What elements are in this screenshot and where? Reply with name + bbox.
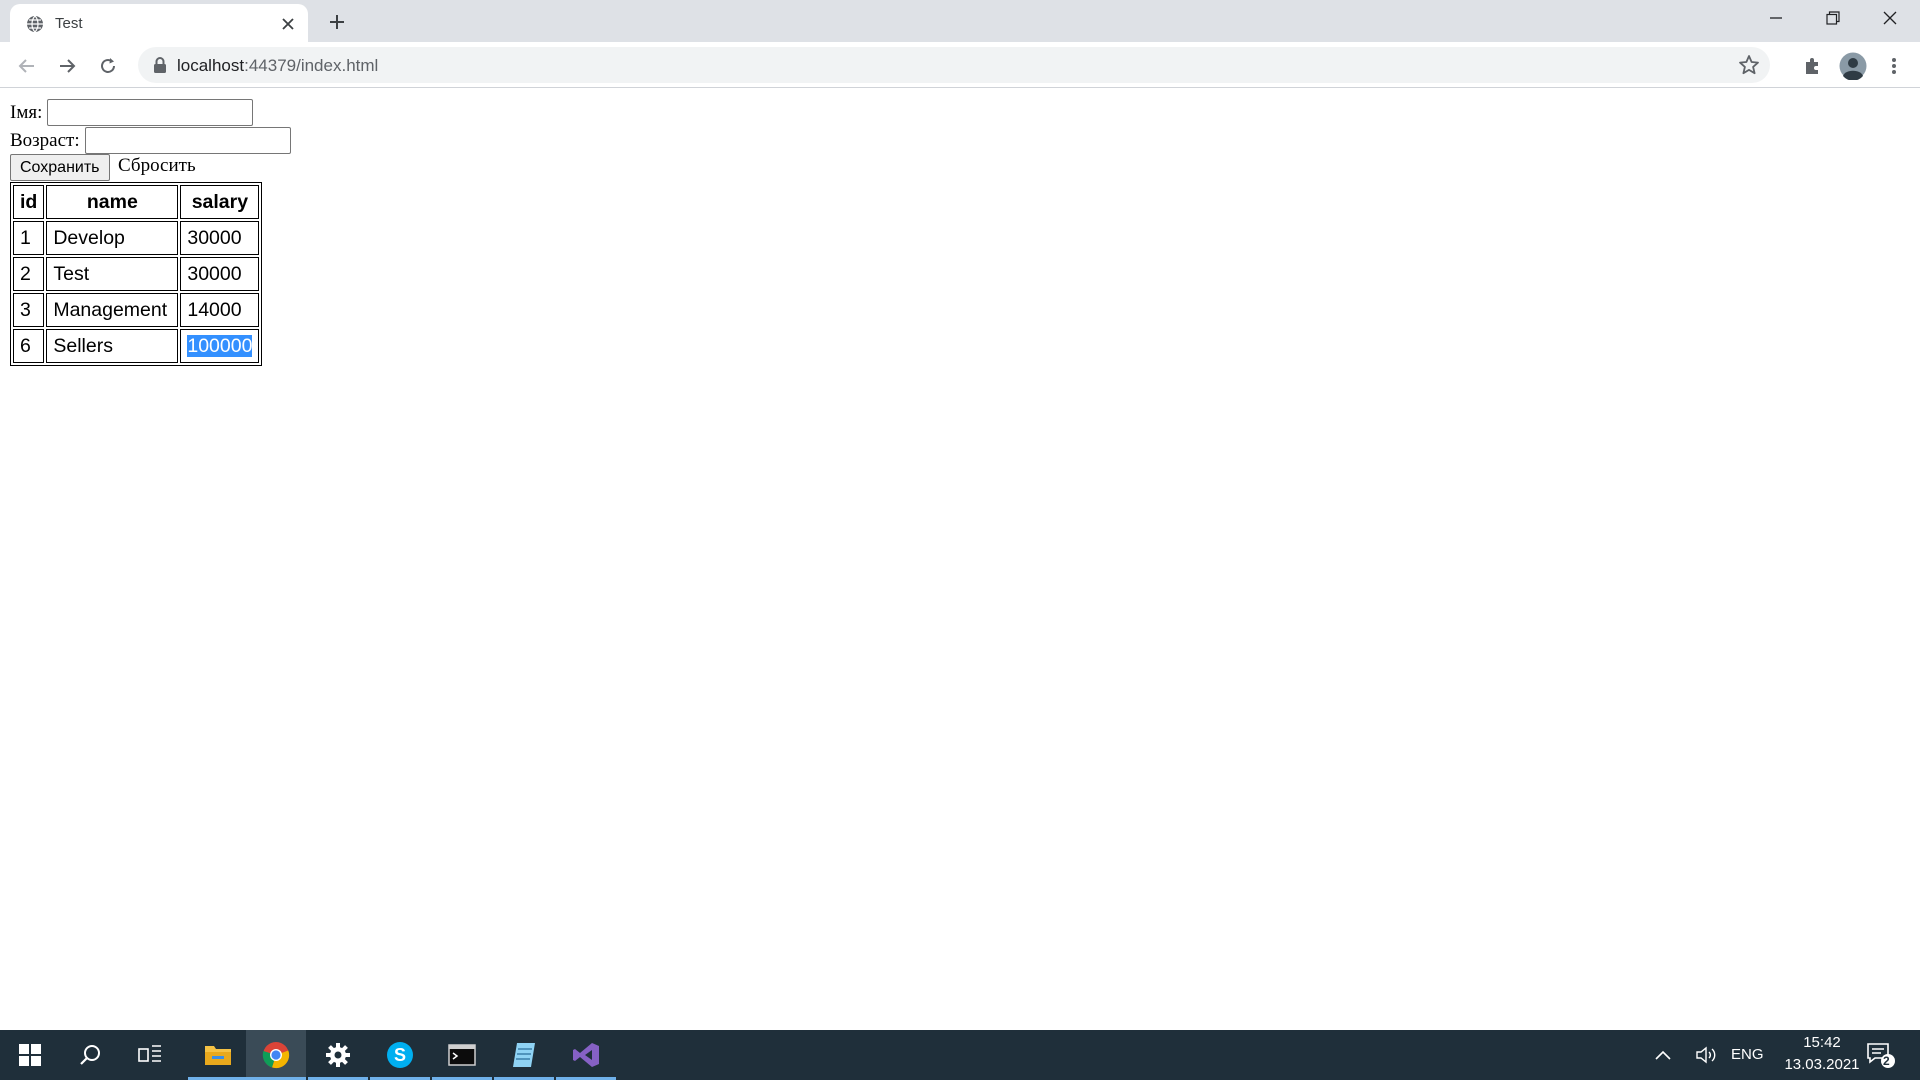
table-row[interactable]: 1 Develop 30000	[13, 221, 260, 255]
url-text[interactable]: localhost:44379/index.html	[177, 56, 378, 76]
reload-icon[interactable]	[94, 52, 122, 80]
browser-titlebar: Test	[0, 0, 1920, 42]
cell-salary: 30000	[180, 221, 260, 255]
cell-name: Sellers	[46, 329, 179, 363]
name-row: Імя:	[10, 99, 254, 126]
cell-name: Test	[46, 257, 179, 291]
save-button[interactable]: Сохранить	[10, 154, 110, 181]
file-explorer-icon[interactable]	[188, 1030, 248, 1080]
table-row[interactable]: 2 Test 30000	[13, 257, 260, 291]
search-icon[interactable]	[60, 1030, 120, 1080]
table-row[interactable]: 6 Sellers 100000	[13, 329, 260, 363]
notification-center-icon[interactable]: 2	[1856, 1030, 1906, 1080]
salary-table: id name salary 1 Develop 30000 2 Test 30…	[10, 182, 263, 366]
cell-id: 2	[13, 257, 45, 291]
close-tab-icon[interactable]	[279, 15, 297, 33]
age-row: Возраст:	[10, 127, 291, 154]
cell-name: Management	[46, 293, 179, 327]
clock-date[interactable]: 13.03.2021	[1776, 1056, 1868, 1073]
cell-name: Develop	[46, 221, 179, 255]
name-input[interactable]	[47, 99, 254, 126]
settings-gear-icon[interactable]	[308, 1030, 368, 1080]
cell-id: 1	[13, 221, 45, 255]
extensions-puzzle-icon[interactable]	[1798, 52, 1826, 80]
url-path: :44379/index.html	[244, 56, 379, 75]
globe-icon	[27, 15, 43, 33]
header-name: name	[46, 185, 179, 219]
name-label: Імя:	[10, 101, 43, 123]
new-tab-icon[interactable]	[325, 10, 349, 34]
notepad-icon[interactable]	[494, 1030, 554, 1080]
cell-salary: 30000	[180, 257, 260, 291]
selected-text: 100000	[187, 334, 253, 357]
back-arrow-icon[interactable]	[13, 52, 41, 80]
terminal-icon[interactable]	[432, 1030, 492, 1080]
close-window-icon[interactable]	[1862, 0, 1918, 36]
profile-avatar-icon[interactable]	[1838, 51, 1868, 81]
tab-title: Test	[55, 15, 83, 32]
chevron-up-icon[interactable]	[1648, 1030, 1678, 1080]
browser-toolbar: localhost:44379/index.html	[0, 42, 1920, 88]
page-content: Імя: Возраст: Сохранить Сбросить id name…	[0, 89, 1920, 1030]
visual-studio-icon[interactable]	[556, 1030, 616, 1080]
cell-salary: 14000	[180, 293, 260, 327]
taskbar: S ENG 15:42 13.03.2021 2	[0, 1030, 1920, 1080]
header-id: id	[13, 185, 45, 219]
header-salary: salary	[180, 185, 260, 219]
minimize-icon[interactable]	[1748, 0, 1804, 36]
url-host: localhost	[177, 56, 245, 75]
age-label: Возраст:	[10, 129, 80, 151]
table-row[interactable]: 3 Management 14000	[13, 293, 260, 327]
windows-start-icon[interactable]	[0, 1030, 60, 1080]
table-header-row: id name salary	[13, 185, 260, 219]
restore-icon[interactable]	[1805, 0, 1861, 36]
notification-count-badge: 2	[1883, 1054, 1890, 1068]
chrome-icon[interactable]	[246, 1030, 306, 1080]
reset-link[interactable]: Сбросить	[118, 155, 196, 177]
skype-icon[interactable]: S	[370, 1030, 430, 1080]
language-indicator[interactable]: ENG	[1731, 1046, 1764, 1063]
cell-id: 3	[13, 293, 45, 327]
task-view-icon[interactable]	[120, 1030, 180, 1080]
browser-tab[interactable]: Test	[10, 4, 308, 42]
menu-kebab-icon[interactable]	[1880, 52, 1908, 80]
clock-time[interactable]: 15:42	[1792, 1034, 1852, 1051]
age-input[interactable]	[84, 127, 291, 154]
volume-icon[interactable]	[1692, 1030, 1722, 1080]
forward-arrow-icon[interactable]	[53, 52, 81, 80]
address-bar[interactable]: localhost:44379/index.html	[138, 47, 1770, 83]
svg-text:S: S	[394, 1045, 406, 1065]
bookmark-star-icon[interactable]	[1738, 54, 1760, 76]
cell-id: 6	[13, 329, 45, 363]
cell-salary: 100000	[180, 329, 260, 363]
lock-icon[interactable]	[153, 57, 167, 73]
